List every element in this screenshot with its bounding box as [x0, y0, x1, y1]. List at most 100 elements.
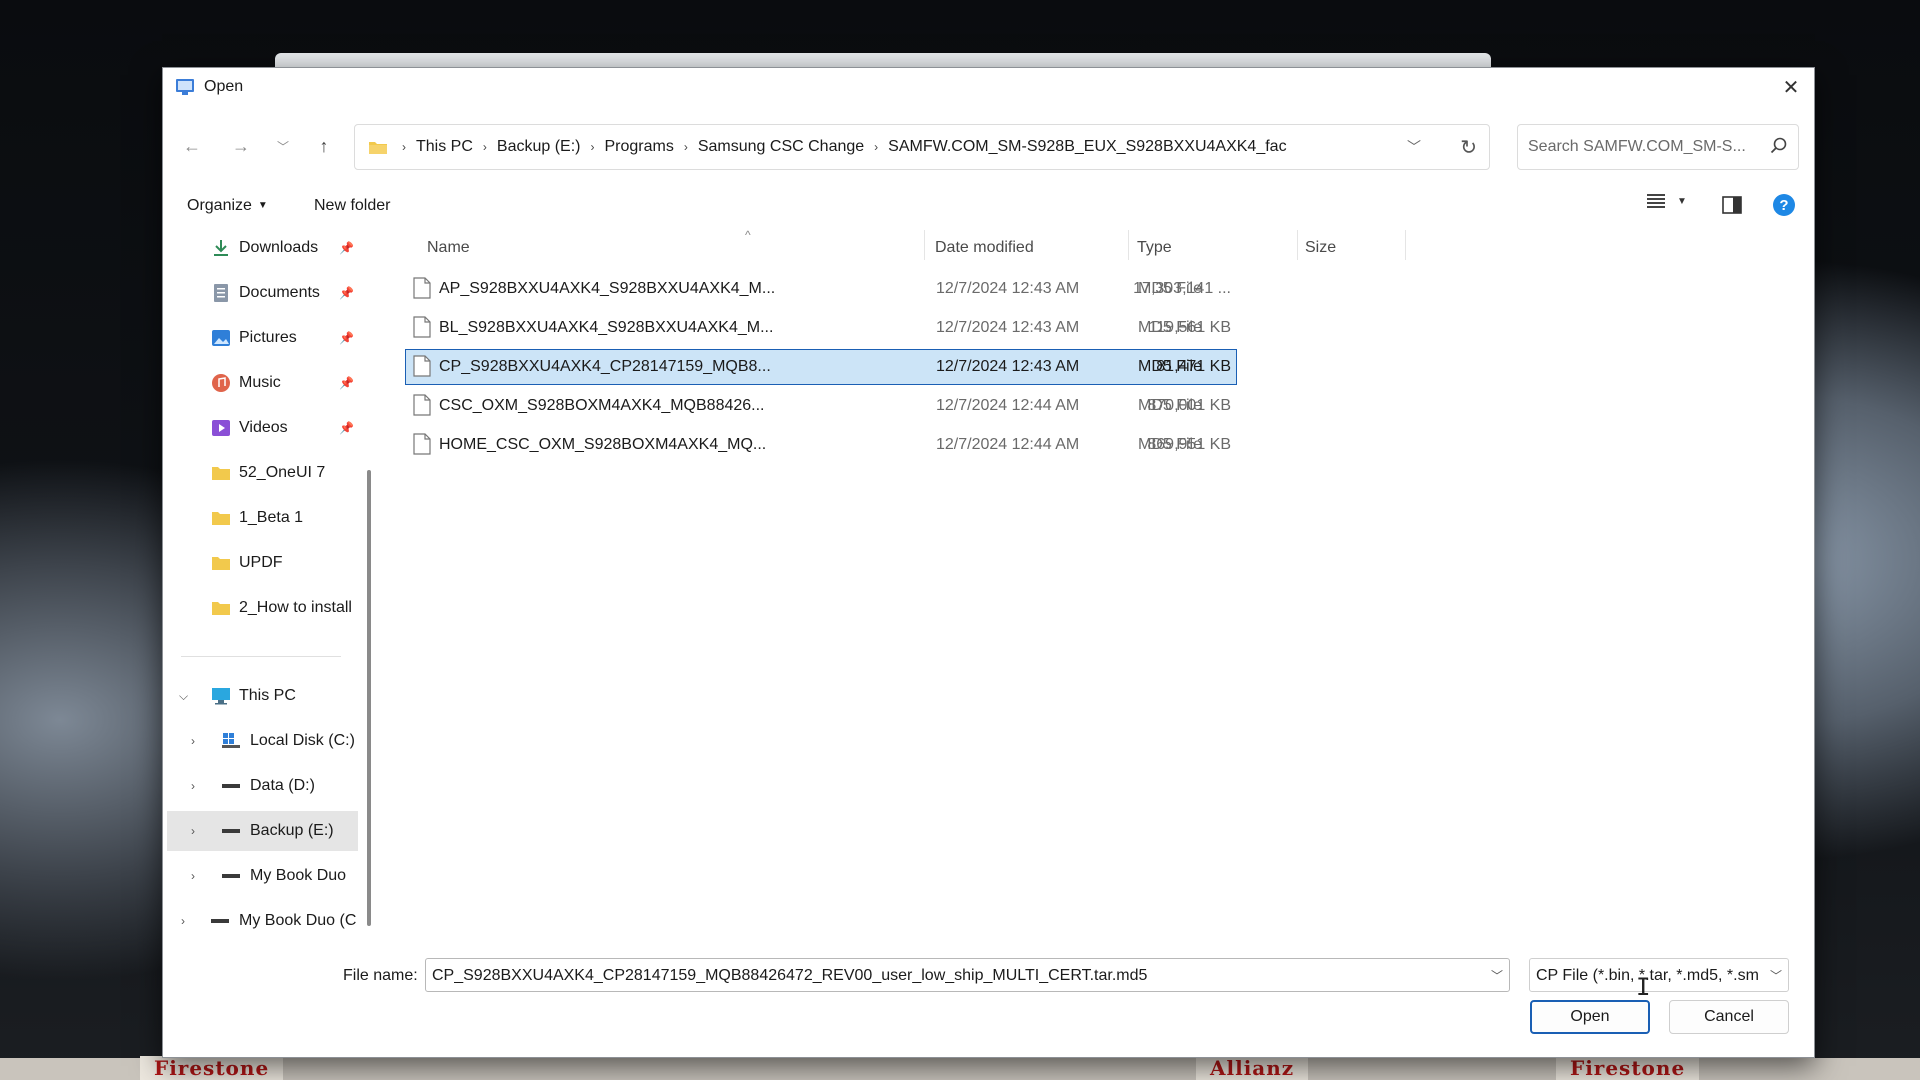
breadcrumb-this-pc[interactable]: This PC [416, 138, 473, 156]
back-button[interactable]: ← [177, 131, 207, 161]
column-header-size[interactable]: Size [1305, 239, 1336, 257]
column-header-type[interactable]: Type [1137, 239, 1172, 257]
sidebar-item-backup-e[interactable]: › Backup (E:) [167, 811, 358, 851]
file-name: CP_S928BXXU4AXK4_CP28147159_MQB8... [439, 358, 771, 375]
breadcrumb: › This PC › Backup (E:) › Programs › Sam… [392, 138, 1287, 156]
sidebar-item-1-beta-1[interactable]: 1_Beta 1 [163, 498, 363, 538]
chevron-down-icon: ﹀ [276, 139, 289, 154]
file-row[interactable]: AP_S928BXXU4AXK4_S928BXXU4AXK4_M... 12/7… [405, 271, 1237, 307]
sidebar-item-data-d[interactable]: › Data (D:) [163, 766, 363, 806]
file-date: 12/7/2024 12:43 AM [936, 358, 1080, 375]
arrow-right-icon: → [232, 135, 250, 156]
sidebar-item-52-oneui-7[interactable]: 52_OneUI 7 [163, 453, 363, 493]
sidebar-item-2-how-to-install[interactable]: 2_How to install [163, 588, 363, 628]
chevron-down-icon[interactable]: ⌵ [179, 689, 188, 704]
sidebar-item-downloads[interactable]: Downloads 📌 [163, 228, 363, 268]
column-divider[interactable] [1128, 230, 1129, 260]
open-file-dialog: Open ✕ ← → ﹀ ↑ › This PC › Backup (E:) ›… [162, 67, 1815, 1058]
file-type-select[interactable]: CP File (*.bin, *.tar, *.md5, *.sm ﹀ [1529, 958, 1789, 992]
chevron-right-icon: › [590, 140, 595, 154]
sidebar-item-documents[interactable]: Documents 📌 [163, 273, 363, 313]
dialog-title: Open [204, 78, 244, 95]
pin-icon: 📌 [339, 286, 354, 300]
search-box[interactable]: Search SAMFW.COM_SM-S... [1517, 124, 1799, 170]
up-button[interactable]: ↑ [309, 131, 339, 161]
sidebar-item-my-book-duo[interactable]: › My Book Duo [163, 856, 363, 896]
open-button[interactable]: Open [1530, 1000, 1650, 1034]
address-bar[interactable]: › This PC › Backup (E:) › Programs › Sam… [354, 124, 1490, 170]
file-name-field[interactable]: CP_S928BXXU4AXK4_CP28147159_MQB88426472_… [425, 958, 1510, 992]
breadcrumb-programs[interactable]: Programs [605, 138, 674, 156]
chevron-down-icon: ﹀ [1769, 969, 1782, 983]
cancel-button[interactable]: Cancel [1669, 1000, 1789, 1034]
search-icon[interactable] [1770, 137, 1788, 155]
folder-icon [212, 602, 230, 615]
recent-locations-button[interactable]: ﹀ [268, 131, 298, 161]
caret-down-icon: ▼ [257, 200, 268, 212]
preview-pane-icon[interactable] [1722, 196, 1742, 214]
file-icon [413, 277, 431, 299]
pin-icon: 📌 [339, 241, 354, 255]
background-brand-right: Firestone [1556, 1056, 1700, 1080]
file-date: 12/7/2024 12:43 AM [936, 280, 1080, 297]
download-icon [214, 240, 228, 256]
file-row[interactable]: BL_S928BXXU4AXK4_S928BXXU4AXK4_M... 12/7… [405, 310, 1237, 346]
file-icon [413, 394, 431, 416]
arrow-left-icon: ← [183, 135, 201, 156]
text-cursor-icon: I [1636, 973, 1651, 1001]
sidebar-item-pictures[interactable]: Pictures 📌 [163, 318, 363, 358]
chevron-right-icon: › [482, 140, 487, 154]
organize-menu[interactable]: Organize ▼ [187, 197, 268, 215]
drive-icon [222, 784, 240, 788]
pin-icon: 📌 [339, 331, 354, 345]
file-name: BL_S928BXXU4AXK4_S928BXXU4AXK4_M... [439, 319, 774, 336]
sidebar-item-my-book-duo-c[interactable]: › My Book Duo (C [163, 901, 363, 941]
drive-icon [211, 919, 229, 923]
breadcrumb-backup-drive[interactable]: Backup (E:) [497, 138, 581, 156]
folder-icon [212, 557, 230, 570]
sidebar-item-label: Backup (E:) [250, 822, 334, 839]
chevron-down-icon[interactable]: ﹀ [1491, 967, 1503, 984]
sidebar-item-label: Data (D:) [250, 777, 315, 794]
help-icon[interactable]: ? [1773, 194, 1795, 216]
file-name: AP_S928BXXU4AXK4_S928BXXU4AXK4_M... [439, 280, 776, 297]
sidebar-item-label: Local Disk (C:) [250, 732, 355, 749]
chevron-right-icon[interactable]: › [181, 914, 185, 928]
file-row[interactable]: HOME_CSC_OXM_S928BOXM4AXK4_MQ... 12/7/20… [405, 427, 1237, 463]
refresh-icon[interactable]: ↻ [1460, 135, 1477, 160]
column-divider[interactable] [1405, 230, 1406, 260]
sidebar-item-label: 52_OneUI 7 [239, 464, 326, 481]
new-folder-button[interactable]: New folder [314, 197, 390, 215]
sidebar-item-music[interactable]: Music 📌 [163, 363, 363, 403]
file-name-label: File name: [343, 967, 418, 984]
column-divider[interactable] [1297, 230, 1298, 260]
chevron-right-icon[interactable]: › [191, 734, 195, 748]
forward-button[interactable]: → [226, 131, 256, 161]
chevron-right-icon[interactable]: › [191, 869, 195, 883]
file-date: 12/7/2024 12:43 AM [936, 319, 1080, 336]
sidebar-item-label: 1_Beta 1 [239, 509, 304, 526]
breadcrumb-current-folder[interactable]: SAMFW.COM_SM-S928B_EUX_S928BXXU4AXK4_fac [888, 138, 1286, 156]
column-divider[interactable] [924, 230, 925, 260]
column-header-date[interactable]: Date modified [935, 239, 1034, 257]
file-row[interactable]: CSC_OXM_S928BOXM4AXK4_MQB88426... 12/7/2… [405, 388, 1237, 424]
sidebar-item-this-pc[interactable]: ⌵ This PC [163, 676, 363, 716]
drive-icon [222, 874, 240, 878]
change-view-button[interactable]: ▼ [1647, 193, 1687, 209]
sidebar-item-label: Pictures [239, 329, 297, 346]
chevron-right-icon[interactable]: › [191, 779, 195, 793]
address-history-dropdown[interactable]: ﹀ [1407, 137, 1421, 157]
column-header-name[interactable]: Name [427, 239, 470, 257]
music-icon [212, 374, 230, 392]
sidebar-scrollbar[interactable] [367, 470, 371, 926]
sidebar-item-local-disk-c[interactable]: › Local Disk (C:) [163, 721, 363, 761]
sidebar-item-updf[interactable]: UPDF [163, 543, 363, 583]
sidebar-item-videos[interactable]: Videos 📌 [163, 408, 363, 448]
breadcrumb-samsung-csc-change[interactable]: Samsung CSC Change [698, 138, 864, 156]
file-name: CSC_OXM_S928BOXM4AXK4_MQB88426... [439, 397, 765, 414]
close-button[interactable]: ✕ [1768, 68, 1814, 106]
close-icon: ✕ [1782, 76, 1800, 99]
file-size: 17,303,141 ... [1133, 280, 1231, 297]
file-row-selected[interactable]: CP_S928BXXU4AXK4_CP28147159_MQB8... 12/7… [405, 349, 1237, 385]
chevron-right-icon[interactable]: › [191, 824, 195, 838]
